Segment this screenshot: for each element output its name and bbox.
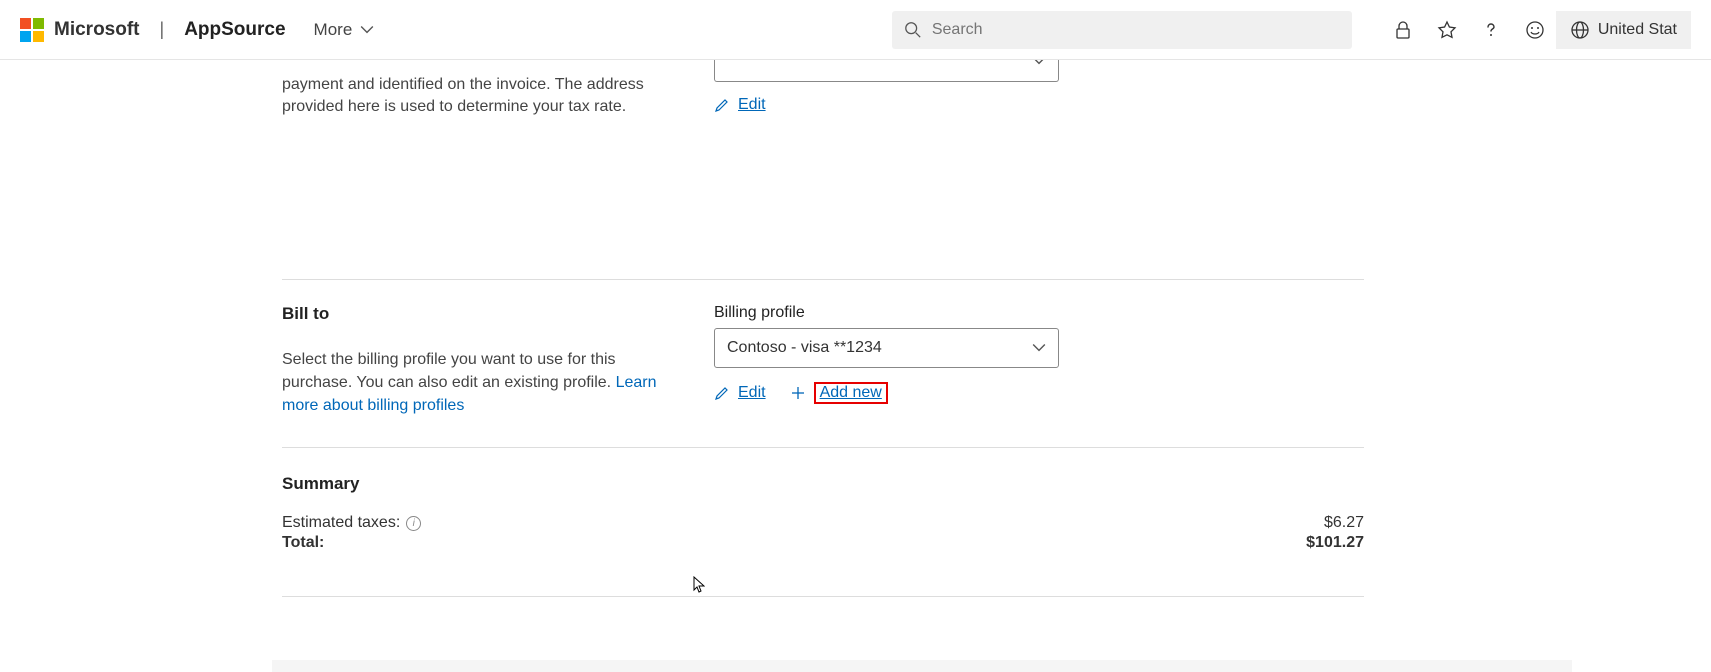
main-content: payment and identified on the invoice. T… <box>282 60 1364 597</box>
cursor-icon <box>693 576 705 594</box>
estimated-taxes-value: $6.27 <box>1324 514 1364 532</box>
soldto-edit-link[interactable]: Edit <box>714 96 766 114</box>
brand-divider: | <box>160 19 165 40</box>
bottom-bar <box>272 660 1572 672</box>
help-icon[interactable] <box>1480 19 1502 41</box>
info-icon[interactable]: i <box>406 516 421 531</box>
billto-edit-label: Edit <box>738 384 766 402</box>
app-name[interactable]: AppSource <box>184 19 285 41</box>
brand-name[interactable]: Microsoft <box>54 19 140 41</box>
soldto-description: payment and identified on the invoice. T… <box>282 60 652 119</box>
pencil-icon <box>714 385 730 401</box>
smile-icon[interactable] <box>1524 19 1546 41</box>
soldto-dropdown[interactable] <box>714 60 1059 82</box>
region-button[interactable]: United Stat <box>1556 11 1691 49</box>
billto-edit-link[interactable]: Edit <box>714 384 766 402</box>
lock-icon[interactable] <box>1392 19 1414 41</box>
header-left: Microsoft | AppSource More <box>20 18 374 42</box>
soldto-section: payment and identified on the invoice. T… <box>282 60 1364 149</box>
more-button[interactable]: More <box>314 20 375 40</box>
total-value: $101.27 <box>1306 534 1364 552</box>
chevron-down-icon <box>1032 343 1046 353</box>
header-icons <box>1392 19 1546 41</box>
billto-add-new-link[interactable]: Add new <box>790 382 888 404</box>
billing-profile-label: Billing profile <box>714 304 1364 322</box>
search-input[interactable] <box>932 21 1340 39</box>
plus-icon <box>790 385 806 401</box>
globe-icon <box>1570 20 1590 40</box>
microsoft-logo-icon[interactable] <box>20 18 44 42</box>
total-row: Total: $101.27 <box>282 534 1364 552</box>
total-label: Total: <box>282 534 324 552</box>
soldto-edit-label: Edit <box>738 96 766 114</box>
billing-profile-value: Contoso - visa **1234 <box>727 339 882 357</box>
more-label: More <box>314 20 353 40</box>
star-icon[interactable] <box>1436 19 1458 41</box>
billto-description: Select the billing profile you want to u… <box>282 348 664 418</box>
chevron-down-icon <box>1032 60 1046 66</box>
app-header: Microsoft | AppSource More United Stat <box>0 0 1711 60</box>
search-box[interactable] <box>892 11 1352 49</box>
billing-profile-dropdown[interactable]: Contoso - visa **1234 <box>714 328 1059 368</box>
summary-title: Summary <box>282 474 1364 494</box>
billto-title: Bill to <box>282 304 664 324</box>
summary-section: Summary Estimated taxes: i $6.27 Total: … <box>282 448 1364 552</box>
billto-add-new-label: Add new <box>814 382 888 404</box>
billto-section: Bill to Select the billing profile you w… <box>282 280 1364 448</box>
region-label: United Stat <box>1598 21 1677 39</box>
estimated-taxes-label: Estimated taxes: <box>282 514 400 532</box>
chevron-down-icon <box>360 25 374 35</box>
search-icon <box>904 21 922 39</box>
pencil-icon <box>714 97 730 113</box>
estimated-taxes-row: Estimated taxes: i $6.27 <box>282 514 1364 532</box>
